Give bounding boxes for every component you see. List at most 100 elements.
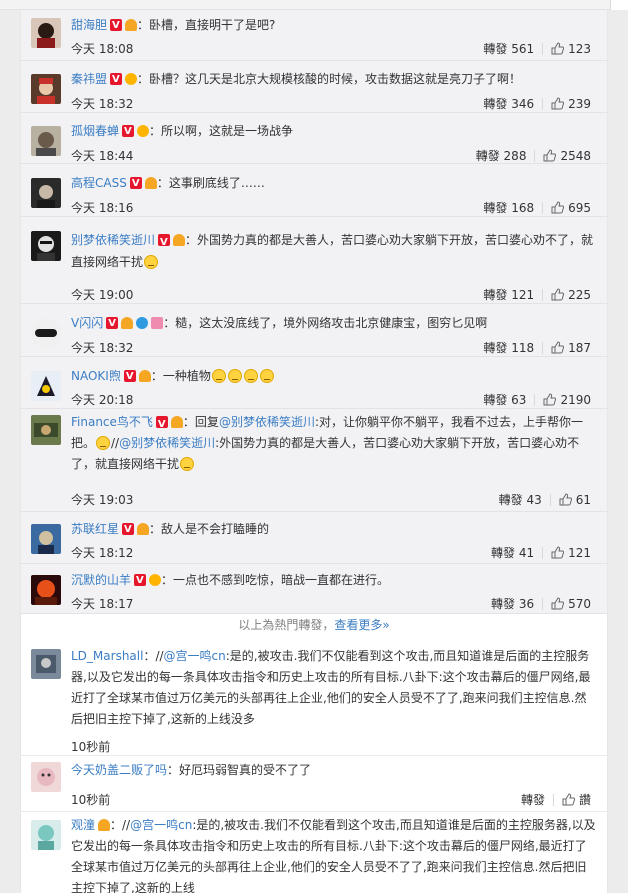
avatar[interactable] <box>31 231 61 261</box>
mention-link[interactable]: @宫一鸣cn <box>130 818 192 832</box>
verified-icon <box>122 521 135 539</box>
username-link[interactable]: 今天奶盖二贩了吗 <box>71 763 167 777</box>
username-link[interactable]: 别梦依稀笑逝川 <box>71 233 155 247</box>
comment-text: ：好厄玛弱智真的受不了了 <box>167 763 312 777</box>
comment-actions: 轉發 168 695 <box>483 199 591 216</box>
avatar[interactable] <box>31 762 61 792</box>
like-button[interactable]: 2548 <box>543 149 591 163</box>
see-more-link[interactable]: 查看更多» <box>334 618 389 632</box>
verified-icon <box>106 315 119 333</box>
comment-actions: 轉發 63 2190 <box>483 391 591 408</box>
like-button[interactable]: 61 <box>559 493 591 507</box>
comment-time: 今天 18:32 <box>71 97 134 111</box>
mention-link[interactable]: @别梦依稀笑逝川 <box>119 436 215 450</box>
thumbs-up-icon <box>562 793 575 806</box>
hot-repost-item: 甜海胆 ：卧槽，直接明干了是吧? 今天 18:08 轉發 561 123 <box>21 10 607 61</box>
avatar[interactable] <box>31 524 61 554</box>
thumbs-up-icon <box>551 546 565 559</box>
comment-line: 苏联红星 ：敌人是不会打瞌睡的 <box>71 520 597 539</box>
comment-actions: 轉發 43 61 <box>499 491 591 508</box>
comment-line: 孤烟春蝉 ：所以啊，这就是一场战争 <box>71 122 597 141</box>
repost-button[interactable]: 轉發 36 <box>491 597 534 611</box>
fan-badge-icon <box>151 317 164 329</box>
like-button[interactable]: 121 <box>551 546 591 560</box>
member-badge-icon <box>125 73 138 85</box>
avatar[interactable] <box>31 371 61 401</box>
username-link[interactable]: 苏联红星 <box>71 522 119 536</box>
comment-actions: 轉發 346 239 <box>483 95 591 112</box>
repost-button[interactable]: 轉發 118 <box>483 341 534 355</box>
comment-time: 10秒前 <box>71 793 111 807</box>
comment-line: 高程CASS ：这事刷底线了…… <box>71 174 597 193</box>
avatar[interactable] <box>31 575 61 605</box>
member-badge-icon <box>144 177 157 189</box>
like-button[interactable]: 225 <box>551 288 591 302</box>
emoji-icon <box>144 255 159 269</box>
repost-button[interactable]: 轉發 346 <box>483 97 534 111</box>
repost-separator: ：// <box>143 649 164 663</box>
avatar[interactable] <box>31 820 61 850</box>
like-button[interactable]: 570 <box>551 597 591 611</box>
repost-button[interactable]: 轉發 63 <box>483 393 526 407</box>
avatar[interactable] <box>31 74 61 104</box>
comment-line: NAOKI煦 ：一种植物 <box>71 367 597 386</box>
repost-button[interactable]: 轉發 <box>521 793 545 807</box>
repost-item: LD_Marshall：//@宫一鸣cn:是的,被攻击.我们不仅能看到这个攻击,… <box>21 638 607 756</box>
comment-time: 今天 20:18 <box>71 393 134 407</box>
comment-text: ：一种植物 <box>150 369 211 383</box>
avatar[interactable] <box>31 126 61 156</box>
hot-repost-item: 秦祎盟 ：卧槽？这几天是北京大规模核酸的时候，攻击数据这就是亮刀子了啊！ 今天 1… <box>21 61 607 113</box>
comment-actions: 轉發 288 2548 <box>476 147 591 164</box>
thumbs-up-icon <box>543 149 557 162</box>
comment-time: 今天 18:17 <box>71 597 134 611</box>
comment-actions: 轉發 36 570 <box>491 595 591 612</box>
hot-repost-item: 高程CASS ：这事刷底线了…… 今天 18:16 轉發 168 695 <box>21 164 607 217</box>
like-button[interactable]: 123 <box>551 42 591 56</box>
mention-link[interactable]: @别梦依稀笑逝川 <box>219 415 315 429</box>
mention-link[interactable]: @宫一鸣cn <box>164 649 226 663</box>
comment-text: ：这事刷底线了…… <box>156 176 265 190</box>
like-button[interactable]: 187 <box>551 341 591 355</box>
repost-button[interactable]: 轉發 561 <box>483 42 534 56</box>
username-link[interactable]: NAOKI煦 <box>71 369 121 383</box>
like-button[interactable]: 695 <box>551 201 591 215</box>
repost-button[interactable]: 轉發 288 <box>476 149 527 163</box>
like-button[interactable]: 讚 <box>562 793 591 807</box>
username-link[interactable]: 孤烟春蝉 <box>71 124 119 138</box>
comment-actions: 轉發 讚 <box>521 791 591 808</box>
repost-button[interactable]: 轉發 41 <box>491 546 534 560</box>
emoji-icon <box>259 369 274 383</box>
username-link[interactable]: LD_Marshall <box>71 649 143 663</box>
avatar[interactable] <box>31 18 61 48</box>
divider-text: 以上為熱門轉發， <box>238 618 335 632</box>
member-badge-icon <box>125 19 138 31</box>
username-link[interactable]: 观潼 <box>71 818 95 832</box>
thumbs-up-icon <box>551 201 565 214</box>
username-link[interactable]: 沉默的山羊 <box>71 573 131 587</box>
member-badge-icon <box>137 125 150 137</box>
avatar[interactable] <box>31 178 61 208</box>
like-button[interactable]: 2190 <box>543 393 591 407</box>
hot-repost-item: Finance鸟不飞：回复@别梦依稀笑逝川:对，让你躺平你不躺平，我看不过去，上… <box>21 409 607 512</box>
username-link[interactable]: 秦祎盟 <box>71 72 107 86</box>
comment-time: 今天 18:16 <box>71 201 134 215</box>
comment-actions: 轉發 41 121 <box>491 544 591 561</box>
username-link[interactable]: 甜海胆 <box>71 18 107 32</box>
emoji-icon <box>211 369 226 383</box>
username-link[interactable]: V闪闪 <box>71 316 103 330</box>
repost-button[interactable]: 轉發 43 <box>499 493 542 507</box>
hot-reposts-divider: 以上為熱門轉發，查看更多» <box>21 614 607 638</box>
hot-repost-item: 孤烟春蝉 ：所以啊，这就是一场战争 今天 18:44 轉發 288 2548 <box>21 113 607 164</box>
username-link[interactable]: 高程CASS <box>71 176 127 190</box>
avatar[interactable] <box>31 649 61 679</box>
emoji-icon <box>96 436 111 450</box>
avatar[interactable] <box>31 318 61 348</box>
comment-text: ：糙，这太没底线了，境外网络攻击北京健康宝，图穷匕见啊 <box>163 316 488 330</box>
avatar[interactable] <box>31 415 61 445</box>
comment-text: ：一点也不感到吃惊，暗战一直都在进行。 <box>161 573 390 587</box>
username-link[interactable]: Finance鸟不飞 <box>71 415 153 429</box>
repost-button[interactable]: 轉發 121 <box>483 288 534 302</box>
hot-repost-item: 别梦依稀笑逝川：外国势力真的都是大善人，苦口婆心劝大家躺下开放，苦口婆心劝不了，… <box>21 217 607 304</box>
like-button[interactable]: 239 <box>551 97 591 111</box>
repost-button[interactable]: 轉發 168 <box>483 201 534 215</box>
